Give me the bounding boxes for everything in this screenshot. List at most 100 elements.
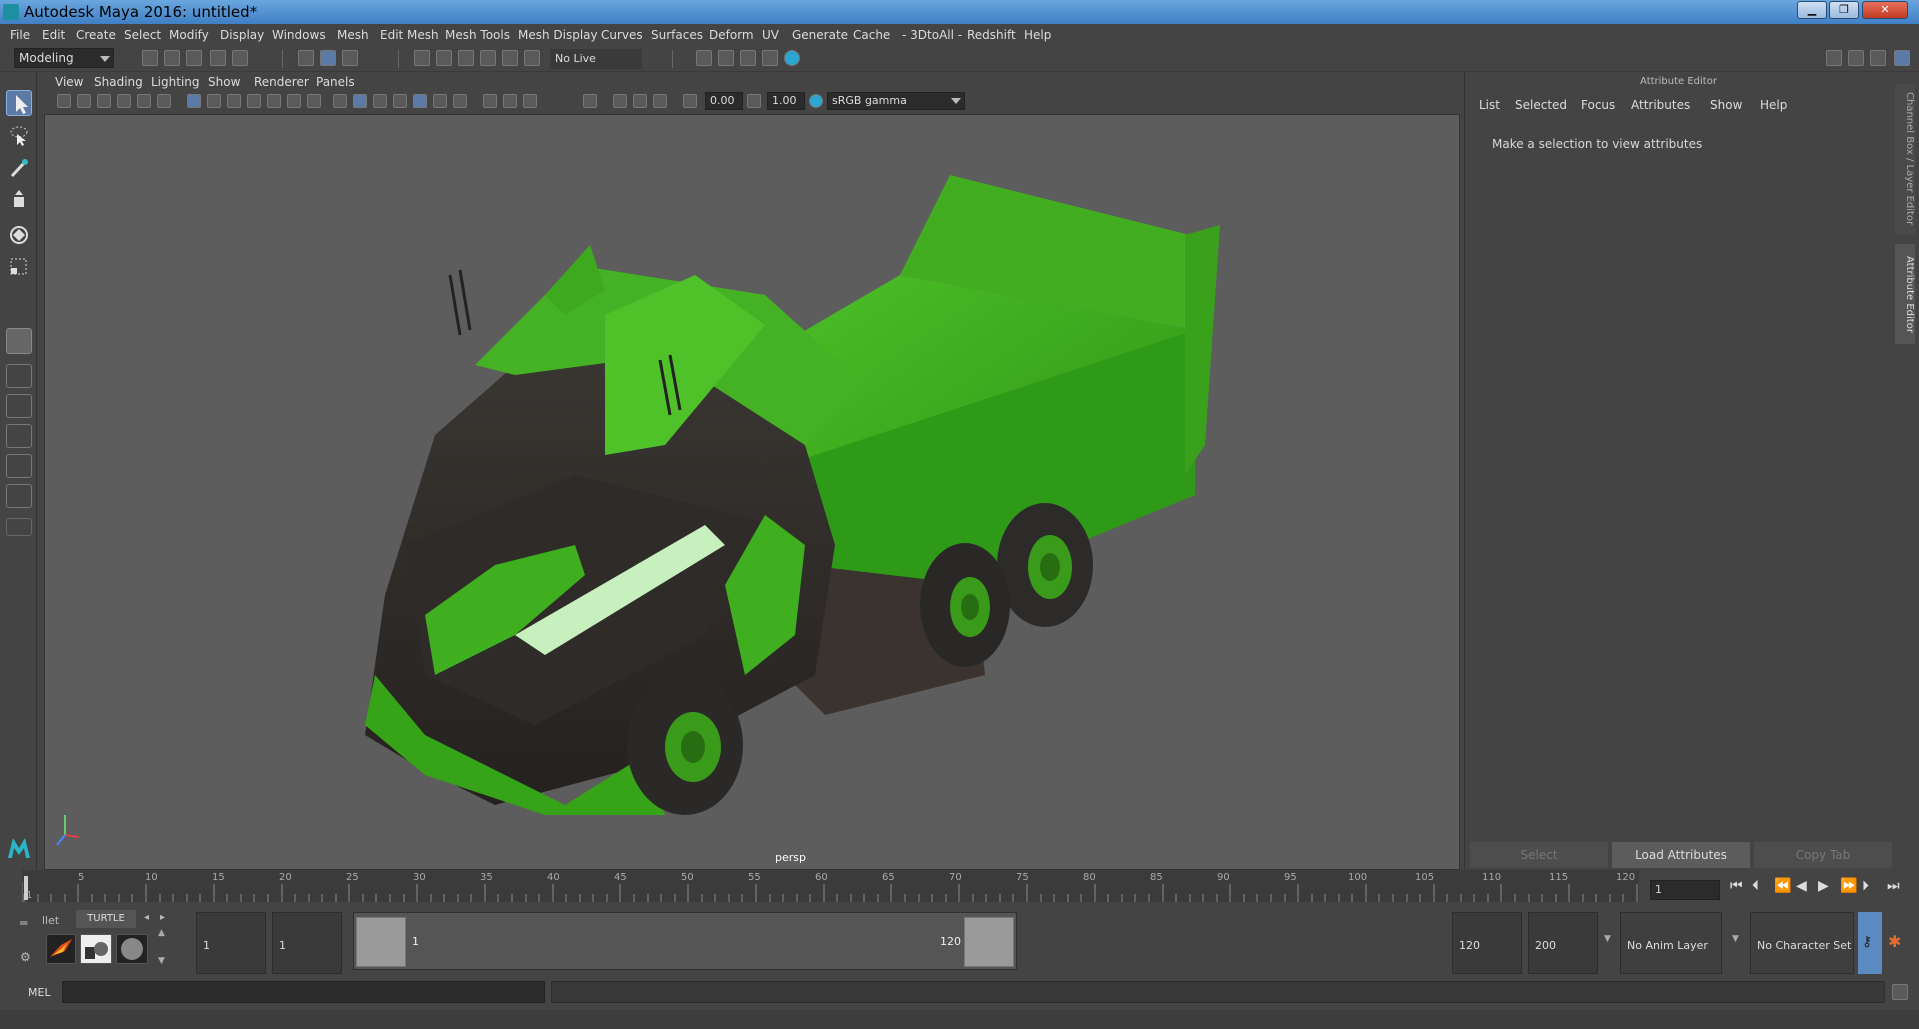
camera-select-icon[interactable]	[57, 94, 71, 108]
safe-title-icon[interactable]	[307, 94, 321, 108]
chevron-down-icon[interactable]: ▼	[1604, 934, 1611, 944]
shadows-icon[interactable]	[453, 94, 467, 108]
script-editor-icon[interactable]	[1892, 984, 1908, 1000]
rotate-tool-icon[interactable]	[6, 222, 32, 248]
menu-select[interactable]: Select	[124, 28, 161, 42]
vp-menu-lighting[interactable]: Lighting	[151, 75, 200, 89]
move-tool-icon[interactable]	[6, 188, 32, 214]
scene-start-field[interactable]: 1	[196, 912, 266, 974]
auto-key-button[interactable]: ⚷	[1858, 912, 1882, 974]
channel-box-tab[interactable]: Channel Box / Layer Editor	[1895, 84, 1915, 234]
time-slider[interactable]: 1 5 10 15 20 25 30 35 40 45 50 55 60 65 …	[22, 870, 1639, 902]
chevron-down-icon[interactable]: ▼	[1732, 934, 1739, 944]
turtle-shader-icon[interactable]	[116, 934, 148, 964]
vp-menu-view[interactable]: View	[55, 75, 83, 89]
four-view-layout-icon[interactable]	[6, 364, 32, 388]
animation-preferences-icon[interactable]: ✱	[1888, 932, 1901, 951]
snap-grid-icon[interactable]	[414, 50, 430, 66]
menu-uv[interactable]: UV	[762, 28, 779, 42]
menu-mesh-display[interactable]: Mesh Display	[518, 28, 598, 42]
tool-settings-icon[interactable]	[1870, 50, 1886, 66]
ae-menu-help[interactable]: Help	[1760, 98, 1787, 112]
menu-redshift[interactable]: Redshift	[967, 28, 1016, 42]
turtle-render-icon[interactable]	[46, 934, 76, 964]
snap-point-icon[interactable]	[458, 50, 474, 66]
maximize-button[interactable]: ❐	[1829, 1, 1859, 19]
script-language-label[interactable]: MEL	[28, 986, 51, 999]
select-by-hierarchy-icon[interactable]	[298, 50, 314, 66]
menu-curves[interactable]: Curves	[601, 28, 643, 42]
select-by-object-icon[interactable]	[320, 50, 336, 66]
go-to-start-icon[interactable]: ⏮	[1730, 878, 1743, 894]
menu-edit-mesh[interactable]: Edit Mesh	[380, 28, 439, 42]
paint-select-icon[interactable]	[6, 156, 32, 182]
live-surface-field[interactable]: No Live Surface	[550, 49, 642, 83]
menu-deform[interactable]: Deform	[709, 28, 754, 42]
safe-action-icon[interactable]	[287, 94, 301, 108]
menu-mesh-tools[interactable]: Mesh Tools	[445, 28, 510, 42]
gamma-field[interactable]: 1.00	[767, 92, 805, 110]
2d-pan-zoom-icon[interactable]	[137, 94, 151, 108]
select-by-component-icon[interactable]	[342, 50, 358, 66]
grid-icon[interactable]	[187, 94, 201, 108]
menu-display[interactable]: Display	[220, 28, 264, 42]
range-start-handle[interactable]	[356, 917, 406, 967]
shelf-tab-turtle[interactable]: TURTLE	[76, 910, 136, 928]
color-management-icon[interactable]	[809, 94, 823, 108]
shelf-tab-bullet[interactable]: llet	[42, 914, 59, 927]
ae-menu-focus[interactable]: Focus	[1581, 98, 1615, 112]
step-back-key-icon[interactable]: ⏪	[1774, 878, 1791, 894]
xray-components-icon[interactable]	[653, 94, 667, 108]
image-plane-icon[interactable]	[117, 94, 131, 108]
custom-layout-icon[interactable]	[6, 518, 32, 536]
close-button[interactable]: ✕	[1862, 1, 1908, 19]
wireframe-icon[interactable]	[333, 94, 347, 108]
use-all-lights-icon[interactable]	[433, 94, 447, 108]
channel-box-icon[interactable]	[1894, 50, 1910, 66]
menu-modify[interactable]: Modify	[169, 28, 209, 42]
save-scene-icon[interactable]	[186, 50, 202, 66]
command-input[interactable]	[62, 981, 545, 1003]
xray-joints-icon[interactable]	[633, 94, 647, 108]
ae-menu-list[interactable]: List	[1479, 98, 1500, 112]
smooth-shade-icon[interactable]	[353, 94, 367, 108]
bookmark-icon[interactable]	[97, 94, 111, 108]
vp-menu-renderer[interactable]: Renderer	[254, 75, 309, 89]
outliner-icon[interactable]	[1848, 50, 1864, 66]
xray-icon[interactable]	[613, 94, 627, 108]
hypershade-icon[interactable]	[784, 50, 800, 66]
collapse-shelf-icon[interactable]: ═	[20, 916, 27, 930]
snap-live-icon[interactable]	[502, 50, 518, 66]
attribute-editor-tab[interactable]: Attribute Editor	[1895, 244, 1915, 344]
undo-icon[interactable]	[210, 50, 226, 66]
menu-3dtoall[interactable]: - 3DtoAll -	[902, 28, 962, 42]
isolate-select-icon[interactable]	[583, 94, 597, 108]
character-set-selector[interactable]: No Character Set	[1750, 912, 1854, 974]
render-frame-icon[interactable]	[718, 50, 734, 66]
film-gate-icon[interactable]	[207, 94, 221, 108]
vp-menu-show[interactable]: Show	[208, 75, 240, 89]
redo-icon[interactable]	[232, 50, 248, 66]
play-forwards-icon[interactable]: ▶	[1818, 878, 1829, 894]
view-transform-dropdown[interactable]: sRGB gamma	[827, 92, 965, 110]
scale-tool-icon[interactable]	[6, 254, 32, 280]
menu-mesh[interactable]: Mesh	[337, 28, 369, 42]
menu-help[interactable]: Help	[1024, 28, 1051, 42]
camera-attributes-icon[interactable]	[77, 94, 91, 108]
ae-menu-attributes[interactable]: Attributes	[1631, 98, 1690, 112]
menu-cache[interactable]: Cache	[853, 28, 890, 42]
select-tool-icon[interactable]	[6, 90, 32, 116]
shelf-scroll-left-icon[interactable]: ◂	[144, 912, 149, 923]
snap-curve-icon[interactable]	[436, 50, 452, 66]
lasso-tool-icon[interactable]	[6, 122, 32, 148]
shelf-up-arrow-icon[interactable]: ▲	[158, 928, 165, 938]
default-material-icon[interactable]	[373, 94, 387, 108]
select-button[interactable]: Select	[1470, 842, 1608, 868]
persp-outliner-layout-icon[interactable]	[6, 394, 32, 418]
vp-menu-shading[interactable]: Shading	[94, 75, 143, 89]
turtle-bake-icon[interactable]	[80, 934, 112, 964]
scene-end-field[interactable]: 200	[1528, 912, 1598, 974]
vp-menu-panels[interactable]: Panels	[316, 75, 355, 89]
minimize-button[interactable]: ▁	[1797, 1, 1827, 19]
workspace-icon[interactable]	[1826, 50, 1842, 66]
